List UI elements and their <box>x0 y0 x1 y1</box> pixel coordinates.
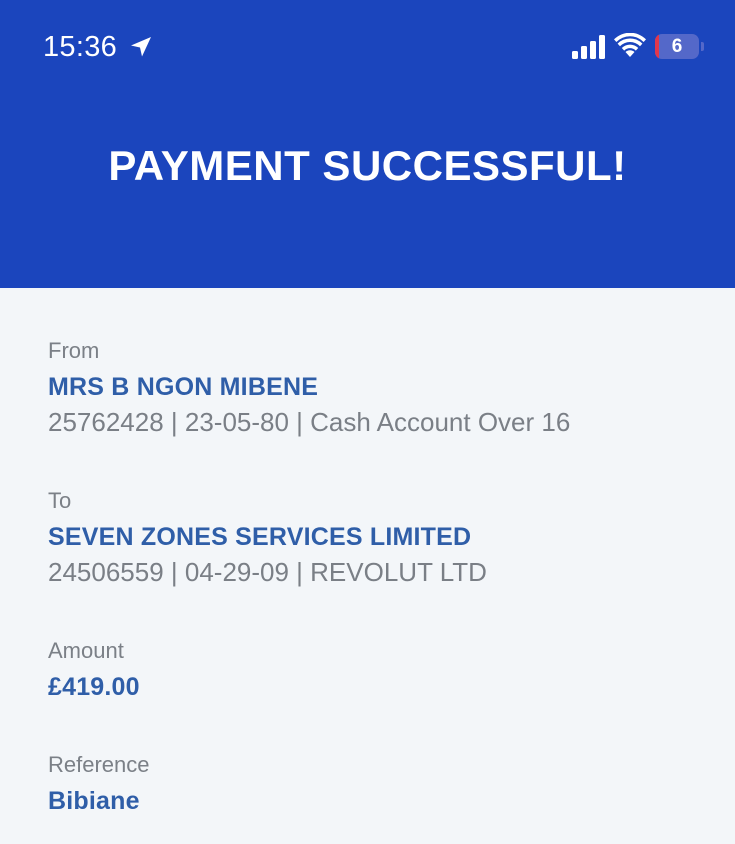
amount-label: Amount <box>48 638 124 663</box>
battery-cap <box>701 42 704 51</box>
amount-value: £419.00 <box>48 673 140 701</box>
cellular-signal-icon <box>572 35 605 59</box>
location-arrow-icon <box>131 37 151 57</box>
battery-level: 6 <box>671 36 683 57</box>
reference-label: Reference <box>48 752 150 777</box>
reference-section: Reference Bibiane <box>48 752 708 817</box>
status-bar: 15:36 6 <box>0 0 735 96</box>
to-account-name: SEVEN ZONES SERVICES LIMITED <box>48 523 472 551</box>
from-account-name: MRS B NGON MIBENE <box>48 373 319 401</box>
to-account-details: 24506559 | 04-29-09 | REVOLUT LTD <box>48 557 487 587</box>
from-account-details: 25762428 | 23-05-80 | Cash Account Over … <box>48 407 571 437</box>
wifi-icon <box>614 33 646 57</box>
page-title: PAYMENT SUCCESSFUL! <box>108 142 627 189</box>
status-time: 15:36 <box>43 31 118 63</box>
amount-section: Amount £419.00 <box>48 638 708 703</box>
to-label: To <box>48 488 72 513</box>
from-section: From MRS B NGON MIBENE 25762428 | 23-05-… <box>48 338 708 438</box>
to-section: To SEVEN ZONES SERVICES LIMITED 24506559… <box>48 488 708 588</box>
battery-icon: 6 <box>655 34 699 59</box>
from-label: From <box>48 338 100 363</box>
reference-value: Bibiane <box>48 787 140 815</box>
header-banner: 15:36 6 PAYMENT SUCCESSFUL! <box>0 0 735 288</box>
